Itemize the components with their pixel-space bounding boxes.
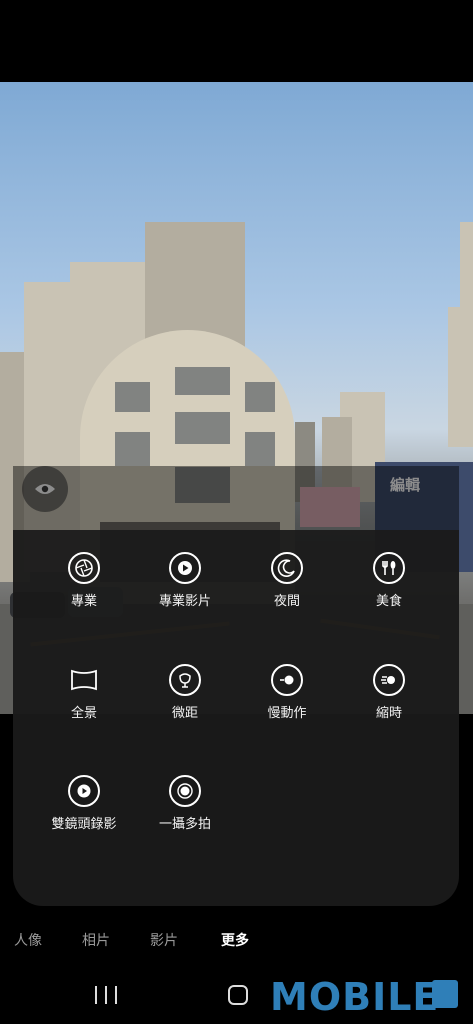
mode-pro-video[interactable]: 專業影片 xyxy=(130,552,240,609)
hyperlapse-icon xyxy=(373,664,405,696)
mode-pro[interactable]: 專業 xyxy=(29,552,139,609)
camera-mode-tabs: 人像 相片 影片 更多 xyxy=(0,930,473,958)
mode-label: 雙鏡頭錄影 xyxy=(51,817,117,832)
mode-label: 一攝多拍 xyxy=(158,817,211,832)
recents-button[interactable] xyxy=(95,986,117,1004)
watermark-logo: MOBILE xyxy=(270,975,440,1019)
video-play-icon xyxy=(169,552,201,584)
mode-label: 專業 xyxy=(70,594,97,609)
food-utensils-icon xyxy=(373,552,405,584)
mode-panorama[interactable]: 全景 xyxy=(29,664,139,721)
watermark-bubble-icon xyxy=(432,980,458,1008)
mode-slow-motion[interactable]: 慢動作 xyxy=(232,664,342,721)
single-take-icon xyxy=(169,775,201,807)
mode-label: 慢動作 xyxy=(267,706,307,721)
flower-icon xyxy=(169,664,201,696)
mode-single-take[interactable]: 一攝多拍 xyxy=(130,775,240,832)
slow-motion-icon xyxy=(271,664,303,696)
mode-night[interactable]: 夜間 xyxy=(232,552,342,609)
tab-video[interactable]: 影片 xyxy=(150,930,178,950)
mode-macro[interactable]: 微距 xyxy=(130,664,240,721)
dual-record-icon xyxy=(68,775,100,807)
aperture-icon xyxy=(68,552,100,584)
status-area xyxy=(0,0,473,82)
panorama-icon xyxy=(68,664,100,696)
home-button[interactable] xyxy=(228,985,248,1005)
tab-portrait[interactable]: 人像 xyxy=(14,930,42,950)
modes-panel-top xyxy=(13,466,459,530)
mode-food[interactable]: 美食 xyxy=(334,552,444,609)
mode-dual-recording[interactable]: 雙鏡頭錄影 xyxy=(29,775,139,832)
tab-more[interactable]: 更多 xyxy=(221,930,249,950)
mode-label: 美食 xyxy=(375,594,402,609)
mode-label: 微距 xyxy=(171,706,198,721)
mode-label: 全景 xyxy=(70,706,97,721)
moon-icon xyxy=(271,552,303,584)
mode-hyperlapse[interactable]: 縮時 xyxy=(334,664,444,721)
mode-label: 夜間 xyxy=(273,594,300,609)
mode-label: 專業影片 xyxy=(158,594,211,609)
tab-photo[interactable]: 相片 xyxy=(82,930,110,950)
mode-label: 縮時 xyxy=(375,706,402,721)
